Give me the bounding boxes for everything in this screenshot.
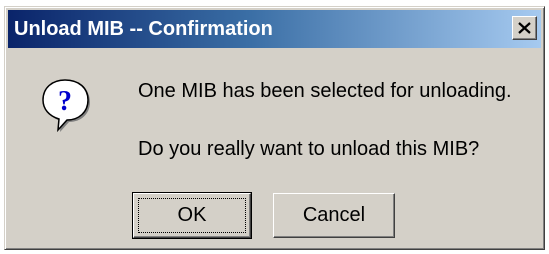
ok-button[interactable]: OK bbox=[132, 192, 252, 239]
title-bar[interactable]: Unload MIB -- Confirmation bbox=[8, 10, 541, 48]
close-button[interactable] bbox=[512, 16, 537, 40]
cancel-button[interactable]: Cancel bbox=[273, 193, 395, 238]
cancel-button-label: Cancel bbox=[302, 204, 366, 226]
confirmation-dialog: Unload MIB -- Confirmation ? One MIB has… bbox=[4, 6, 545, 250]
close-icon bbox=[518, 22, 531, 34]
message-line-1: One MIB has been selected for unloading. bbox=[138, 80, 512, 102]
focus-rect bbox=[138, 198, 246, 233]
message-line-2: Do you really want to unload this MIB? bbox=[138, 138, 480, 160]
window-title: Unload MIB -- Confirmation bbox=[14, 18, 273, 40]
question-icon: ? bbox=[38, 75, 92, 135]
question-glyph: ? bbox=[58, 86, 72, 117]
